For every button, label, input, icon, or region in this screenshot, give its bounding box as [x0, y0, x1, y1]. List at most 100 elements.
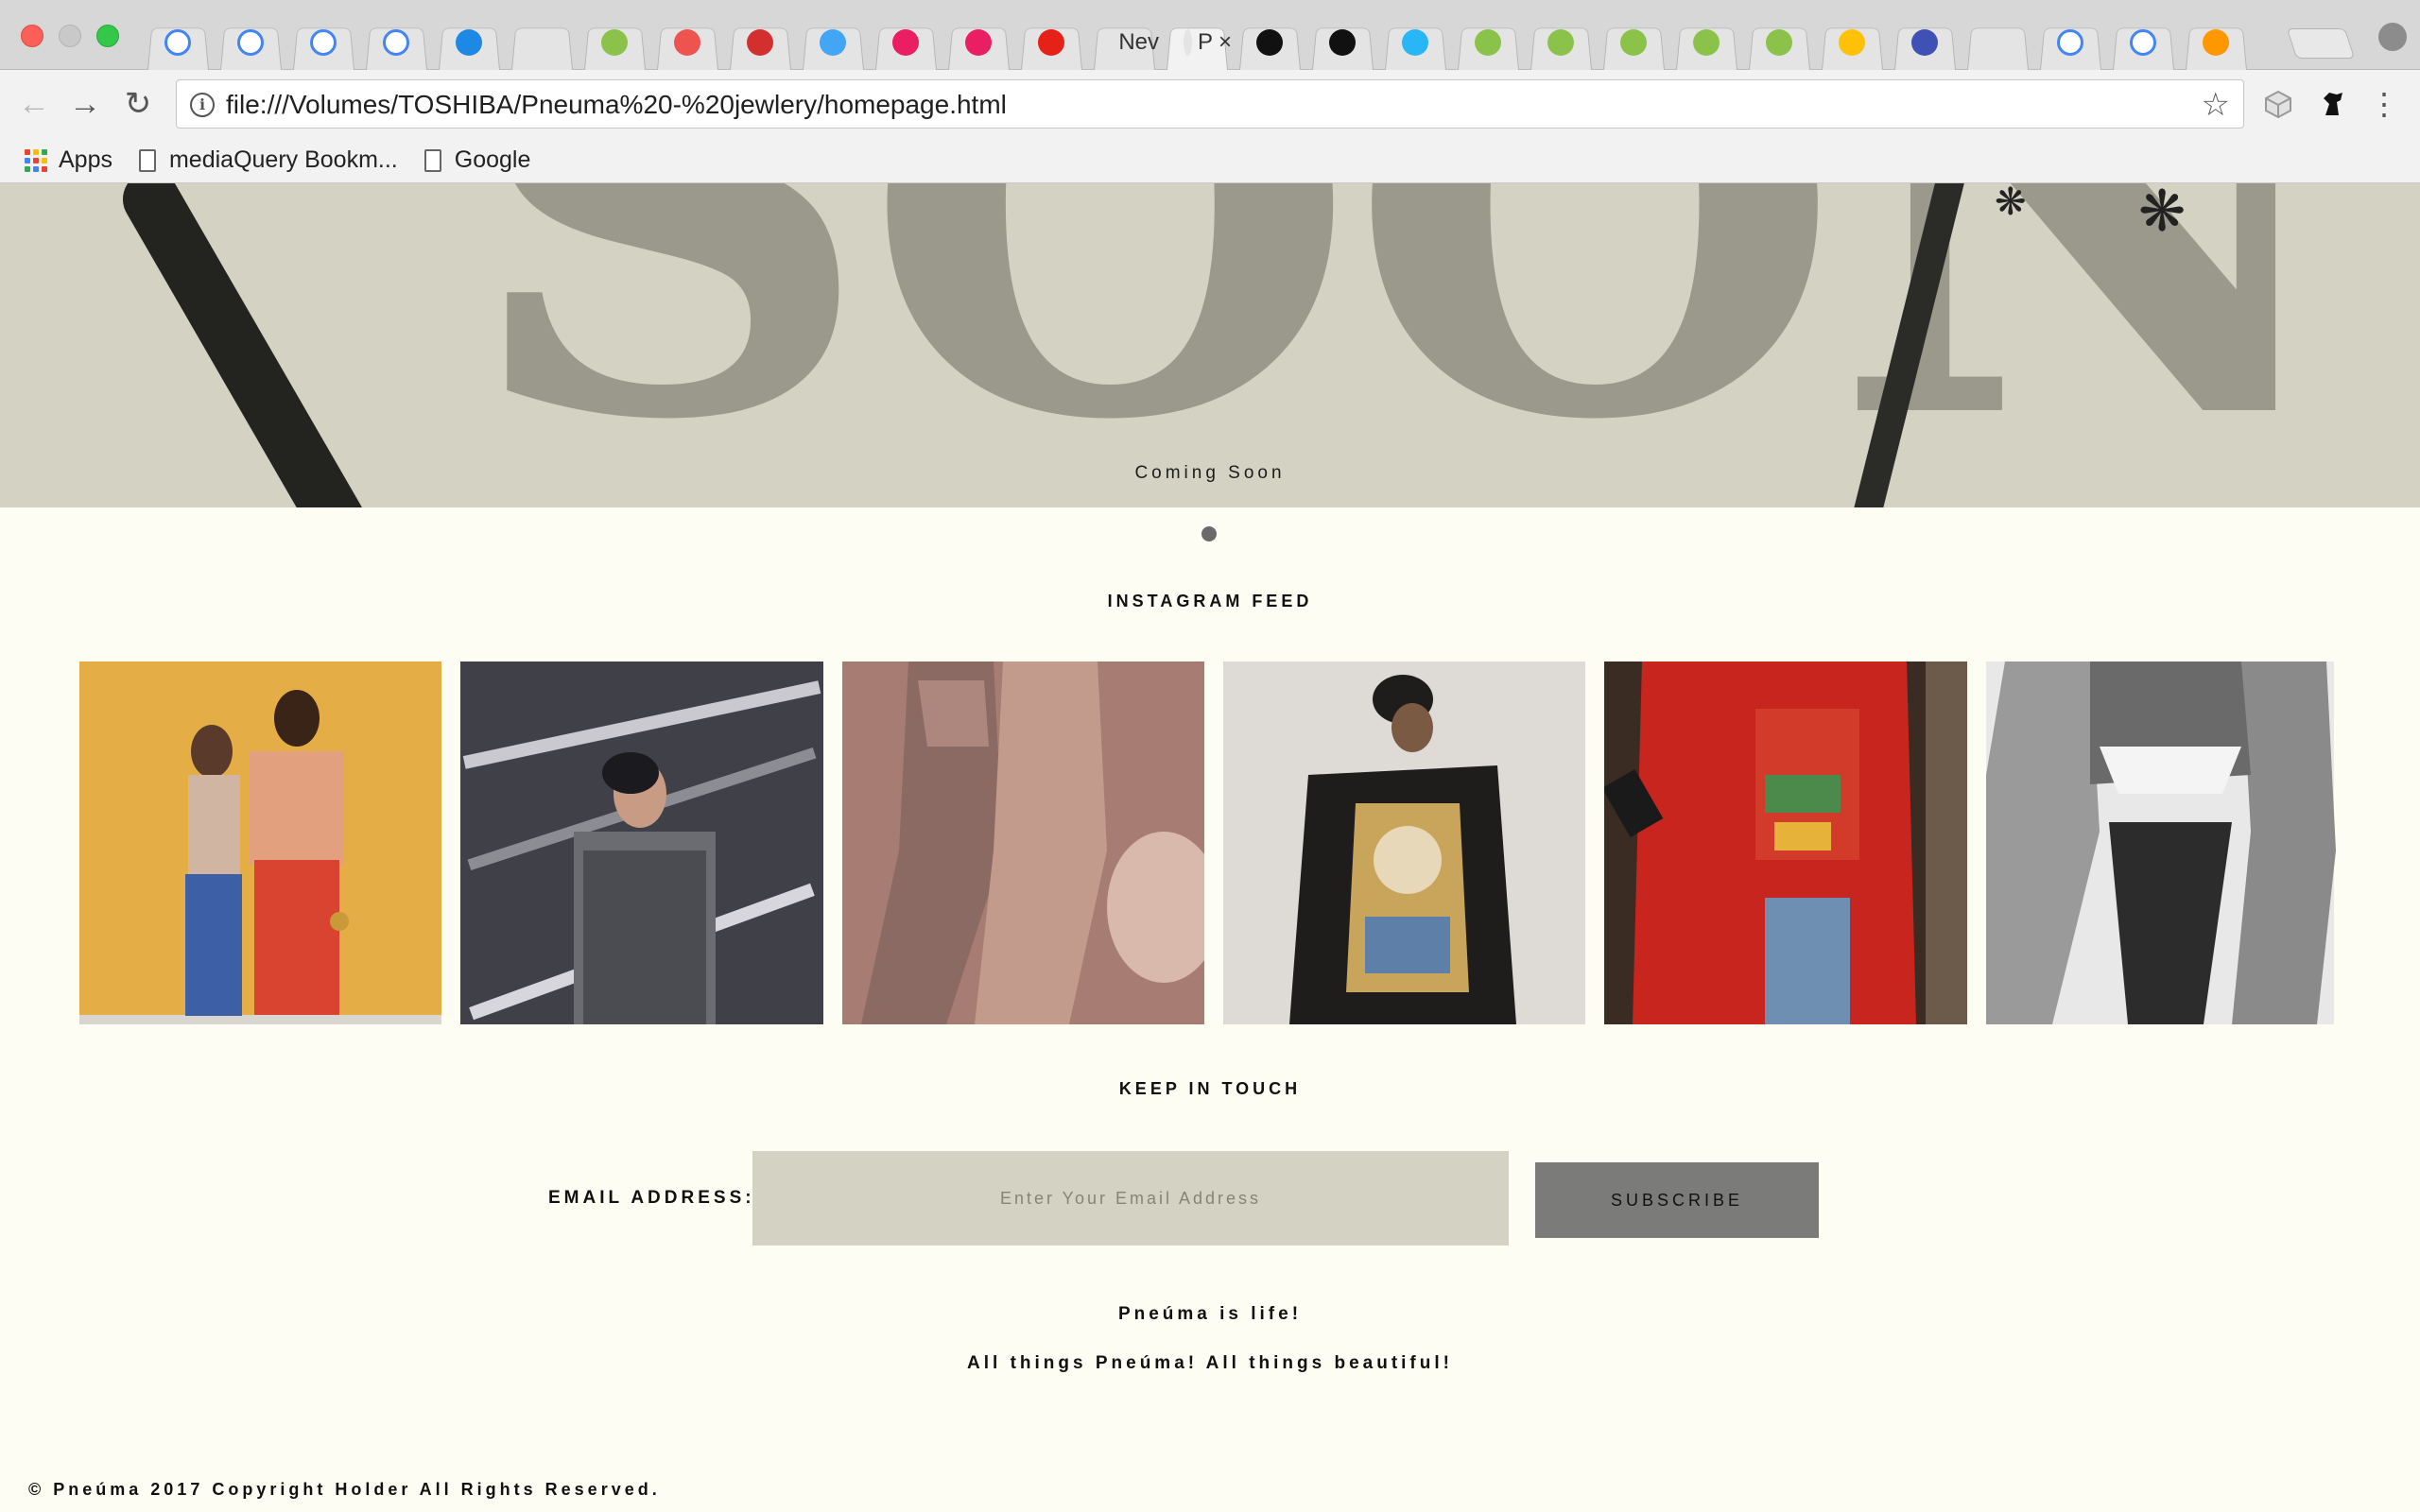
extension-horse-icon[interactable]	[2318, 89, 2348, 119]
page-content: SOON ❋ ❋ Coming Soon INSTAGRAM FEED	[0, 183, 2420, 1512]
blank-icon	[1984, 29, 2011, 56]
keep-in-touch-title: KEEP IN TOUCH	[1118, 1079, 1302, 1098]
browser-tab[interactable]	[1013, 15, 1086, 70]
google-icon	[237, 29, 264, 56]
model-sequin-jacket-photo[interactable]	[460, 662, 823, 1024]
google-icon	[164, 29, 191, 56]
palm-leaf-icon: ❋	[1995, 183, 2027, 223]
tagline-secondary: All things Pneúma! All things beautiful!	[967, 1353, 1453, 1373]
page-icon	[138, 148, 156, 172]
forward-arrow-icon[interactable]: →	[68, 87, 102, 121]
address-bar[interactable]: i file:///Volumes/TOSHIBA/Pneuma%20-%20j…	[176, 79, 2244, 129]
hero-word: SOON	[463, 183, 2351, 495]
email-address-label: EMAIL ADDRESS:	[548, 1188, 755, 1208]
tab-list: Nev P ×	[140, 15, 2251, 70]
browser-tab-strip: Nev P ×	[0, 0, 2420, 70]
photo-app-icon	[1402, 29, 1428, 56]
bookmark-star-icon[interactable]: ☆	[2202, 86, 2230, 124]
bookmark-mediaquery[interactable]: mediaQuery Bookm...	[138, 146, 398, 174]
browser-tab[interactable]	[140, 15, 213, 70]
reload-icon[interactable]: ↻	[121, 87, 155, 121]
hero-banner: SOON ❋ ❋ Coming Soon	[0, 183, 2420, 507]
browser-menu-icon[interactable]: ⋮	[2369, 87, 2399, 121]
document-icon	[383, 29, 409, 56]
tagline-primary: Pneúma is life!	[1117, 1304, 1303, 1324]
new-tab-button[interactable]	[2286, 28, 2356, 59]
info-icon[interactable]: i	[190, 93, 215, 117]
back-arrow-icon[interactable]: ←	[17, 87, 51, 121]
camera-app-icon	[1256, 29, 1283, 56]
w3schools-icon	[1766, 29, 1792, 56]
browser-tab[interactable]	[358, 15, 431, 70]
google-icon	[310, 29, 337, 56]
browser-tab[interactable]	[285, 15, 358, 70]
browser-tab[interactable]	[1377, 15, 1450, 70]
grid-app-icon	[1911, 29, 1938, 56]
browser-tab[interactable]	[2032, 15, 2105, 70]
browser-tab[interactable]	[868, 15, 941, 70]
printed-jacket-photo[interactable]	[1222, 662, 1586, 1024]
apps-grid-icon	[25, 148, 47, 172]
browser-tab[interactable]: Nev	[1086, 15, 1159, 70]
google-icon	[2130, 29, 2156, 56]
bookmark-label: Google	[454, 146, 531, 173]
two-models-yellow-backdrop-photo[interactable]	[79, 662, 442, 1024]
browser-tab[interactable]	[1960, 15, 2032, 70]
browser-tab[interactable]	[1450, 15, 1523, 70]
browser-tab[interactable]	[1305, 15, 1377, 70]
browser-tab[interactable]	[1887, 15, 1960, 70]
carousel-dot[interactable]	[1201, 526, 1217, 541]
email-field[interactable]	[752, 1151, 1509, 1246]
hero-caption: Coming Soon	[1134, 463, 1286, 483]
browser-tab[interactable]	[2178, 15, 2251, 70]
embellished-gowns-photo[interactable]	[841, 662, 1204, 1024]
instagram-feed	[79, 662, 2348, 1024]
browser-tab[interactable]	[1232, 15, 1305, 70]
browser-tab[interactable]: P ×	[1159, 15, 1232, 70]
palm-leaf-icon: ❋	[2138, 183, 2187, 243]
footer-copyright: © Pneúma 2017 Copyright Holder All Right…	[28, 1480, 661, 1499]
red-coat-street-style-photo[interactable]	[1604, 662, 1967, 1024]
blank-icon	[1111, 29, 1114, 56]
w3schools-icon	[1693, 29, 1720, 56]
browser-tab[interactable]	[722, 15, 795, 70]
w3schools-icon	[601, 29, 628, 56]
extension-cube-icon[interactable]	[2263, 89, 2293, 119]
browser-tab[interactable]	[504, 15, 577, 70]
browser-tab[interactable]	[1596, 15, 1668, 70]
browser-tab[interactable]	[1523, 15, 1596, 70]
bookmark-label: mediaQuery Bookm...	[168, 146, 398, 173]
browser-tab[interactable]	[577, 15, 649, 70]
browser-tab[interactable]	[213, 15, 285, 70]
b-app-icon	[1329, 29, 1356, 56]
google-icon	[2057, 29, 2083, 56]
browser-toolbar: ← → ↻ i file:///Volumes/TOSHIBA/Pneuma%2…	[0, 70, 2420, 138]
w3schools-icon	[1620, 29, 1647, 56]
black-white-figure-photo[interactable]	[1985, 662, 2348, 1024]
x-app-icon	[456, 29, 482, 56]
browser-tab[interactable]	[1741, 15, 1814, 70]
w3schools-icon	[1475, 29, 1501, 56]
subscribe-button[interactable]: SUBSCRIBE	[1535, 1162, 1819, 1238]
heart-app-icon	[892, 29, 919, 56]
browser-tab[interactable]	[649, 15, 722, 70]
profile-icon[interactable]	[2378, 23, 2407, 51]
note-app-icon	[1839, 29, 1865, 56]
close-tab-icon[interactable]: ×	[1219, 29, 1232, 56]
zoom-window-button[interactable]	[96, 25, 119, 47]
globe-icon	[820, 29, 846, 56]
browser-tab[interactable]	[795, 15, 868, 70]
bookmark-apps[interactable]: Apps	[25, 146, 112, 174]
tab-title: P	[1197, 29, 1213, 55]
minimize-window-button[interactable]	[59, 25, 81, 47]
browser-tab[interactable]	[1814, 15, 1887, 70]
browser-tab[interactable]	[2105, 15, 2178, 70]
bookmark-google[interactable]: Google	[424, 146, 531, 174]
browser-tab[interactable]	[941, 15, 1013, 70]
browser-tab[interactable]	[1668, 15, 1741, 70]
f-app-icon	[674, 29, 700, 56]
url-text[interactable]: file:///Volumes/TOSHIBA/Pneuma%20-%20jew…	[226, 90, 1007, 120]
browser-tab[interactable]	[431, 15, 504, 70]
close-window-button[interactable]	[21, 25, 43, 47]
scissors-app-icon	[2203, 29, 2229, 56]
